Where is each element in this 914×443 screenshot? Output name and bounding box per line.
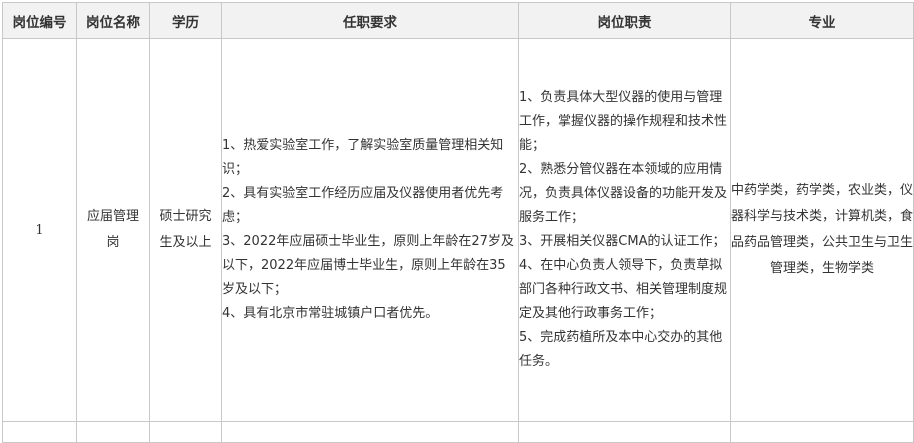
duty-item: 4、在中心负责人领导下，负责草拟部门各种行政文书、相关管理制度规定及其他行政事务…: [519, 258, 728, 321]
requirement-item: 1、热爱实验室工作，了解实验室质量管理相关知识；: [222, 138, 504, 177]
cell-position-id: 1: [2, 38, 77, 422]
cell-duties: 1、负责具体大型仪器的使用与管理工作，掌握仪器的操作规程和技术性能； 2、熟悉分…: [518, 38, 731, 422]
table-header-row: 岗位编号 岗位名称 学历 任职要求 岗位职责 专业: [2, 2, 914, 39]
requirement-item: 4、具有北京市常驻城镇户口者优先。: [222, 306, 439, 321]
header-education: 学历: [149, 2, 222, 39]
table-row: 1 应届管理岗 硕士研究生及以上 1、热爱实验室工作，了解实验室质量管理相关知识…: [2, 38, 914, 422]
cell-position-name: 应届管理岗: [76, 38, 150, 422]
requirement-item: 2、具有实验室工作经历应届及仪器使用者优先考虑；: [222, 186, 504, 225]
education-text: 硕士研究生及以上: [159, 209, 212, 250]
header-major: 专业: [730, 2, 914, 39]
positions-table: 岗位编号 岗位名称 学历 任职要求 岗位职责 专业 1 应届管理岗 硕士研究生及…: [2, 2, 914, 443]
cell-major: 中药学类，药学类，农业类，仪器科学与技术类，计算机类，食品药品管理类，公共卫生与…: [730, 38, 914, 422]
requirement-item: 3、2022年应届硕士毕业生，原则上年龄在27岁及以下，2022年应届博士毕业生…: [222, 234, 514, 297]
header-requirements: 任职要求: [221, 2, 519, 39]
duty-item: 1、负责具体大型仪器的使用与管理工作，掌握仪器的操作规程和技术性能；: [519, 90, 728, 153]
table-row-partial: [2, 421, 914, 443]
header-position-id: 岗位编号: [2, 2, 77, 39]
header-position-name: 岗位名称: [76, 2, 150, 39]
duty-item: 2、熟悉分管仪器在本领域的应用情况，负责具体仪器设备的功能开发及服务工作；: [519, 162, 728, 225]
cell-requirements: 1、热爱实验室工作，了解实验室质量管理相关知识； 2、具有实验室工作经历应届及仪…: [221, 38, 519, 422]
header-duties: 岗位职责: [518, 2, 731, 39]
cell-education: 硕士研究生及以上: [149, 38, 222, 422]
duty-item: 3、开展相关仪器CMA的认证工作；: [519, 234, 726, 249]
position-name-text: 应届管理岗: [86, 209, 139, 250]
duty-item: 5、完成药植所及本中心交办的其他任务。: [519, 330, 723, 369]
